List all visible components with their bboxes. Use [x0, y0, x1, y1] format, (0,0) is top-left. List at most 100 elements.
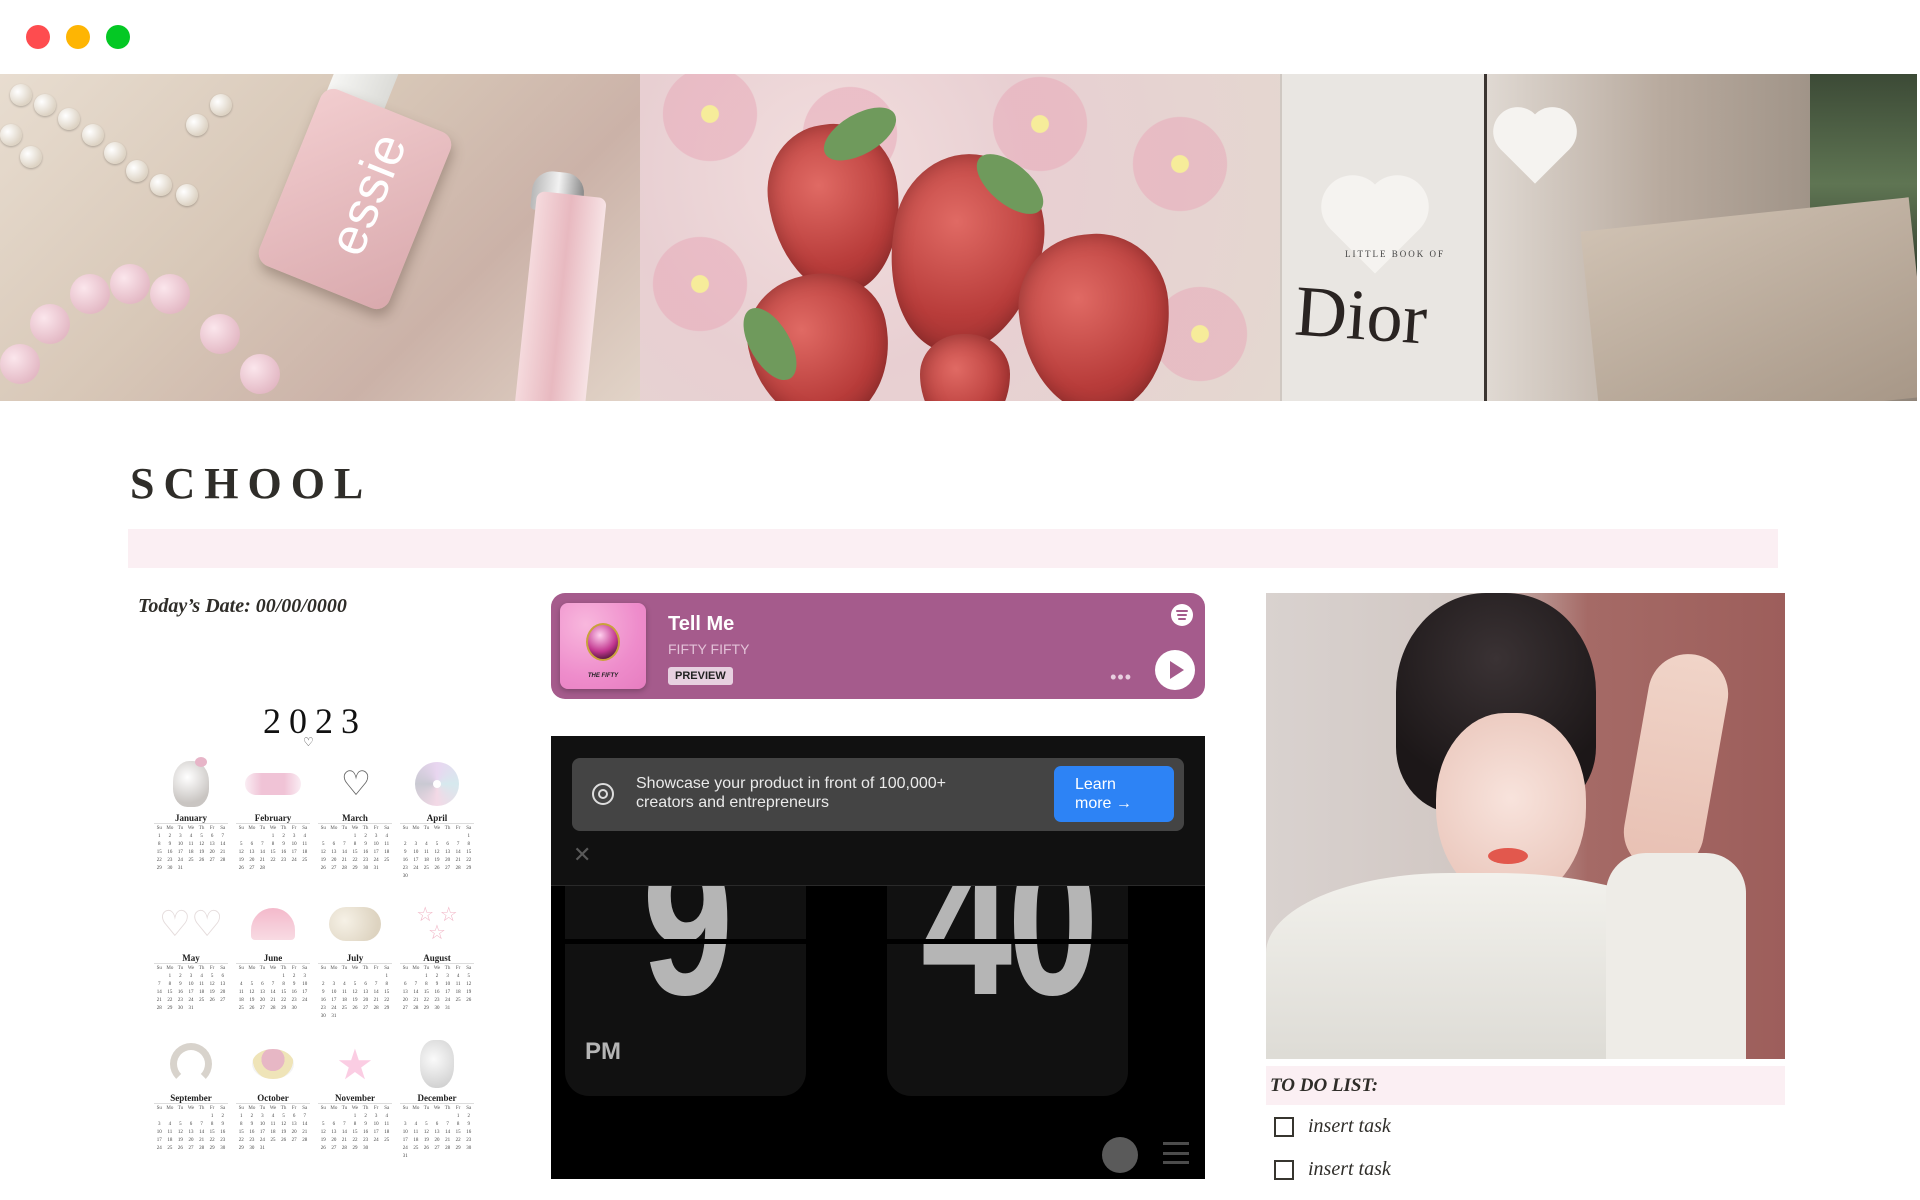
calendar-day: 28 [156, 1006, 162, 1011]
calendar-day: 10 [402, 1130, 408, 1135]
weekday-label: Fr [373, 826, 379, 831]
calendar-day: 17 [402, 1138, 408, 1143]
calendar-day: 25 [455, 998, 461, 1003]
calendar-day: 11 [424, 850, 429, 855]
calendar-day: 3 [292, 834, 296, 839]
spotify-logo-icon[interactable] [1171, 604, 1193, 626]
calendar-day: 15 [238, 1130, 244, 1135]
weekday-label: Sa [466, 826, 472, 831]
todo-label[interactable]: insert task [1308, 1115, 1391, 1138]
calendar-day: 9 [168, 842, 172, 847]
cover-banner: essie LITTLE BOOK OF Dior [0, 74, 1917, 401]
weekday-label: Th [280, 826, 287, 831]
weekday-label: Su [402, 826, 408, 831]
calendar-day: 15 [167, 990, 173, 995]
todo-checkbox[interactable] [1274, 1116, 1294, 1137]
calendar-day: 23 [466, 1138, 472, 1143]
calendar-day: 24 [413, 866, 419, 871]
menu-icon[interactable] [1163, 1142, 1189, 1164]
more-options-button[interactable]: ••• [1110, 667, 1132, 688]
month-name: October [236, 1093, 310, 1104]
calendar-day: 7 [456, 842, 460, 847]
page-title[interactable]: SCHOOL [130, 458, 372, 509]
calendar-day: 21 [220, 850, 226, 855]
calendar-day: 31 [188, 1006, 194, 1011]
weekday-label: Fr [455, 966, 461, 971]
weekday-label: Tu [177, 826, 184, 831]
calendar-day: 19 [281, 1130, 287, 1135]
maximize-window-button[interactable] [106, 25, 130, 49]
calendar-day: 1 [353, 834, 357, 839]
calendar-day: 3 [303, 974, 306, 979]
calendar-month-july: July Su Mo Tu We Th Fr Sa 1 2 3 4 5 6 7 8 9 10 11 12 13 14 15 1… [314, 895, 396, 1029]
spotify-embed[interactable]: THE FIFTY Tell Me FIFTY FIFTY PREVIEW ••… [551, 593, 1205, 699]
calendar-day: 7 [221, 834, 224, 839]
calendar-day: 23 [434, 998, 440, 1003]
calendar-day: 5 [467, 974, 470, 979]
cover-image-nail-polish: essie [0, 74, 640, 401]
calendar-day: 28 [455, 866, 461, 871]
todo-item[interactable]: insert task [1274, 1158, 1391, 1181]
calendar-day: 5 [210, 974, 214, 979]
calendar-day: 4 [189, 834, 193, 839]
month-name: May [154, 953, 228, 964]
album-art[interactable]: THE FIFTY [560, 603, 646, 689]
calendar-day: 10 [413, 850, 419, 855]
month-days-grid: Su Mo Tu We Th Fr Sa 1 2 3 4 5 6 7 8 9 10 11 12 13 14 15 16 17 1… [396, 965, 478, 1013]
track-artist[interactable]: FIFTY FIFTY [668, 641, 749, 657]
theme-toggle-button[interactable] [1102, 1137, 1138, 1173]
calendar-day: 1 [385, 974, 388, 979]
month-name: July [318, 953, 392, 964]
calendar-day: 28 [302, 1138, 308, 1143]
calendar-day: 23 [291, 998, 297, 1003]
play-button[interactable] [1155, 650, 1195, 690]
todo-item[interactable]: insert task [1274, 1115, 1391, 1138]
todo-checkbox[interactable] [1274, 1159, 1294, 1180]
calendar-day: 1 [168, 974, 172, 979]
calendar-day: 8 [210, 1122, 214, 1127]
calendar-day: 29 [167, 1006, 173, 1011]
close-icon[interactable]: ✕ [573, 842, 591, 868]
clock-minute-card: 40 [887, 856, 1128, 1096]
calendar-day: 17 [373, 850, 379, 855]
calendar-day: 11 [167, 1130, 173, 1135]
weekday-label: Su [238, 966, 244, 971]
calendar-day: 23 [167, 858, 173, 863]
learn-more-button[interactable]: Learn more → [1054, 766, 1174, 822]
calendar-day: 9 [179, 982, 182, 987]
calendar-day: 20 [445, 858, 451, 863]
ad-text: Showcase your product in front of 100,00… [636, 775, 946, 811]
month-days-grid: Su Mo Tu We Th Fr Sa 1 2 3 4 5 6 7 8 9 10 11 12 13 14 15 16 17 1… [396, 1105, 478, 1161]
calendar-day: 11 [238, 990, 244, 995]
todo-label[interactable]: insert task [1308, 1158, 1391, 1181]
calendar-day: 4 [414, 1122, 418, 1127]
calendar-day: 14 [156, 990, 162, 995]
empty-day [196, 1113, 207, 1121]
calendar-month-october: October Su Mo Tu We Th Fr Sa 1 2 3 4 5 6 7 8 9 10 11 12 13 14… [232, 1035, 314, 1169]
calendar-day: 22 [156, 858, 162, 863]
weekday-label: Mo [412, 826, 420, 831]
calendar-day: 18 [302, 850, 308, 855]
month-art: ♡♡ [150, 895, 232, 953]
month-art: ☆ ☆ ☆ [396, 895, 478, 953]
calendar-day: 24 [445, 998, 451, 1003]
calendar-day: 11 [270, 1122, 276, 1127]
calendar-day: 18 [413, 1138, 419, 1143]
calendar-day: 8 [467, 842, 470, 847]
empty-day [329, 833, 340, 841]
weekday-label: Th [444, 966, 451, 971]
track-title[interactable]: Tell Me [668, 613, 734, 636]
minimize-window-button[interactable] [66, 25, 90, 49]
calendar-day: 8 [425, 982, 428, 987]
close-window-button[interactable] [26, 25, 50, 49]
calendar-day: 19 [249, 998, 255, 1003]
weekday-label: Su [238, 826, 244, 831]
calendar-day: 16 [177, 990, 183, 995]
month-days-grid: Su Mo Tu We Th Fr Sa 1 2 3 4 5 6 7 8 9 10 11 12 13 14 15 16 17 1… [314, 965, 396, 1021]
weekday-label: Th [198, 826, 205, 831]
weekday-label: We [187, 1106, 195, 1111]
calendar-day: 5 [179, 1122, 182, 1127]
hearts-icon: ♡♡ [158, 903, 224, 944]
todays-date[interactable]: Today’s Date: 00/00/0000 [138, 595, 347, 618]
calendar-day: 22 [352, 858, 358, 863]
